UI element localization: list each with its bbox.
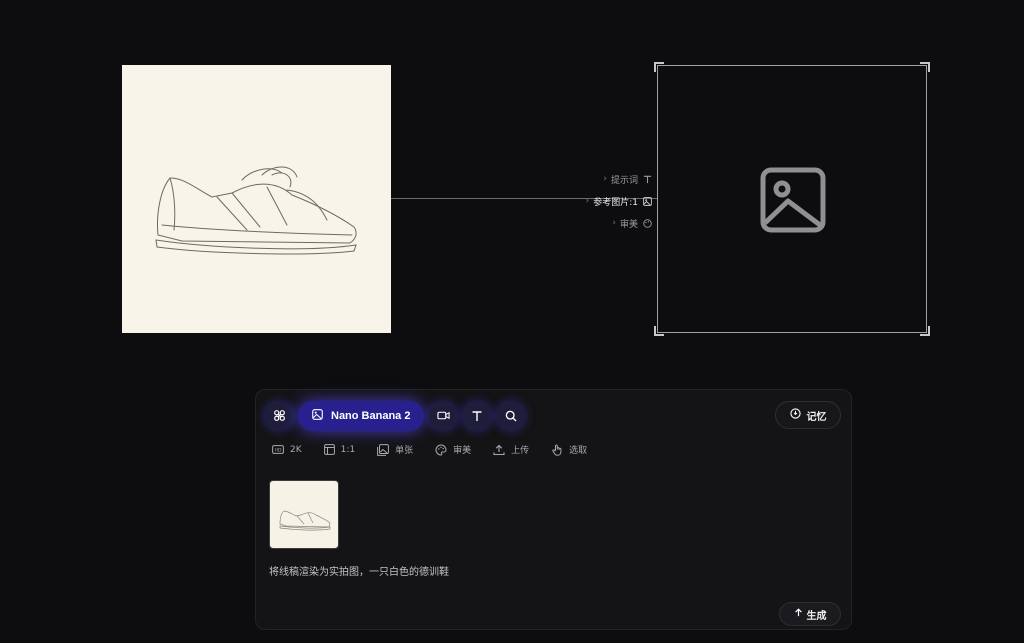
source-sketch-node[interactable] [122,65,391,333]
option-select[interactable]: 选取 [551,443,587,456]
prompt-text[interactable]: 将线稿渲染为实拍图，一只白色的德训鞋 [269,563,449,578]
reference-thumbnail[interactable] [269,480,339,549]
video-tool-button[interactable] [429,402,457,430]
arrow-up-icon [794,608,803,620]
option-label: 选取 [569,446,588,456]
palette-icon [435,443,447,456]
image-icon [312,409,323,423]
option-image-count[interactable]: 单张 [377,443,413,456]
video-icon [436,407,450,426]
memory-button[interactable]: 记忆 [775,401,841,429]
text-icon [471,407,483,426]
model-selector[interactable]: Nano Banana 2 [298,401,424,431]
chevron-right-icon: › [603,174,607,184]
hd-icon: HD [272,445,284,454]
resize-handle[interactable] [654,326,664,336]
text-tool-button[interactable] [463,402,491,430]
image-placeholder-icon [760,167,826,233]
palette-icon [642,218,652,228]
option-label: 上传 [511,446,530,456]
resize-handle[interactable] [920,326,930,336]
images-icon [377,443,390,456]
port-label: 参考图片:1 [593,197,638,208]
chevron-right-icon: › [612,218,616,228]
option-label: 审美 [453,446,472,456]
generate-button[interactable]: 生成 [779,602,841,626]
input-ports: › 提示词 › 参考图片:1 › 审美 [582,168,652,234]
search-tool-button[interactable] [497,402,525,430]
chevron-right-icon: › [585,196,590,206]
port-label: 提示词 [610,175,638,186]
resize-handle[interactable] [654,62,664,72]
option-label: 单张 [395,446,414,456]
option-label: 1:1 [340,444,356,455]
generation-options: HD 2K 1:1 单张 审美 上传 选取 [272,443,609,456]
option-aspect-ratio[interactable]: 1:1 [323,443,356,456]
option-aesthetic[interactable]: 审美 [435,443,471,456]
generation-panel: Nano Banana 2 记忆 HD 2K 1:1 单张 审美 上传 选取 将… [255,389,852,630]
search-icon [505,407,517,426]
nodes-icon [273,407,286,426]
text-icon [642,174,652,184]
svg-text:HD: HD [275,447,282,453]
model-label: Nano Banana 2 [331,410,411,422]
port-label: 审美 [619,219,638,230]
memory-icon [789,408,801,422]
image-icon [642,196,652,206]
memory-label: 记忆 [806,411,827,423]
shoe-sketch-thumbnail [279,510,331,531]
port-reference-image[interactable]: › 参考图片:1 [582,190,652,212]
option-resolution[interactable]: HD 2K [272,443,302,456]
port-prompt[interactable]: › 提示词 [582,168,652,190]
resize-handle[interactable] [920,62,930,72]
output-image-node[interactable] [654,62,930,336]
shoe-sketch-image [155,166,357,255]
option-upload[interactable]: 上传 [493,443,529,456]
nodes-tool-button[interactable] [265,402,293,430]
aspect-icon [323,444,335,455]
option-label: 2K [290,444,302,455]
port-aesthetic[interactable]: › 审美 [582,212,652,234]
upload-icon [493,444,505,456]
generate-label: 生成 [806,610,827,622]
hand-pointer-icon [551,444,563,456]
